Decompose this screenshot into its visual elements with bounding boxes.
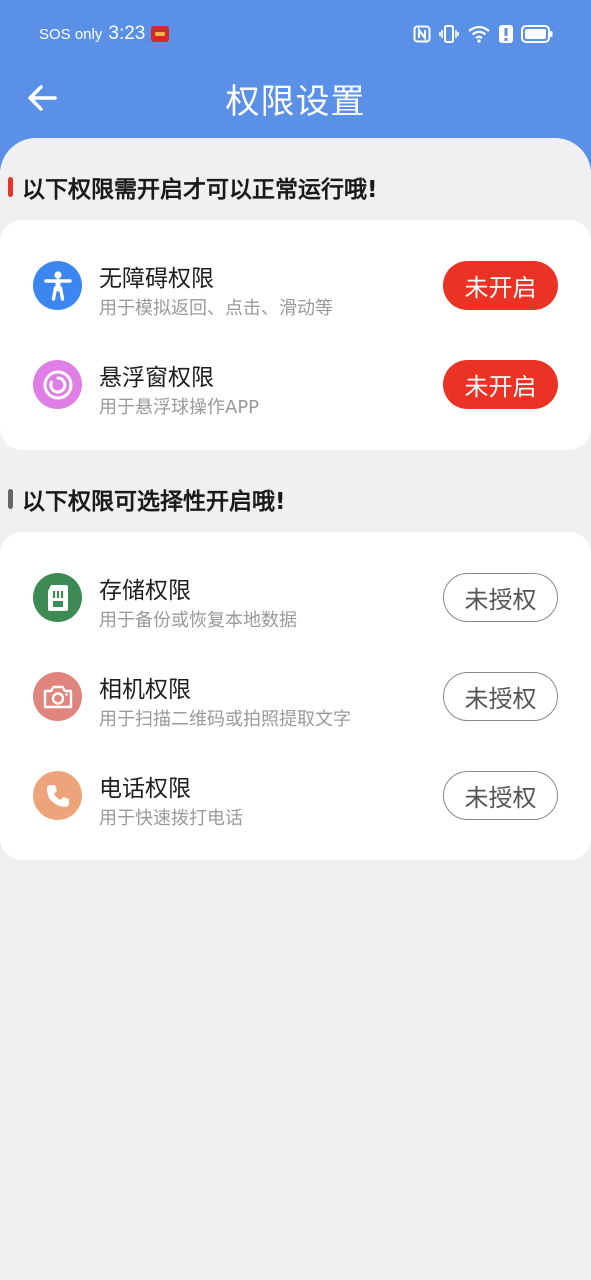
battery-icon	[521, 25, 553, 43]
alert-icon	[499, 25, 513, 43]
camera-icon	[33, 672, 82, 721]
permission-desc: 用于模拟返回、点击、滑动等	[99, 298, 333, 319]
status-bar: SOS only 3:23	[0, 0, 591, 66]
list-item-storage: 存储权限 用于备份或恢复本地数据 未授权	[0, 548, 591, 646]
permission-desc: 用于悬浮球操作APP	[99, 397, 260, 418]
permission-title: 悬浮窗权限	[99, 365, 214, 391]
status-left: SOS only 3:23	[39, 22, 170, 46]
required-permissions-card: 无障碍权限 用于模拟返回、点击、滑动等 未开启 悬浮窗权限 用于悬浮球操作APP…	[0, 220, 591, 450]
navigation-bar: 权限设置	[0, 66, 591, 128]
wifi-icon	[468, 25, 490, 43]
phone-icon	[33, 771, 82, 820]
status-icons	[413, 22, 553, 46]
storage-icon	[33, 573, 82, 622]
grant-storage-button[interactable]: 未授权	[443, 573, 558, 622]
grant-camera-button[interactable]: 未授权	[443, 672, 558, 721]
list-item-accessibility: 无障碍权限 用于模拟返回、点击、滑动等 未开启	[0, 236, 591, 334]
grant-phone-button[interactable]: 未授权	[443, 771, 558, 820]
vibrate-icon	[439, 25, 459, 43]
list-item-camera: 相机权限 用于扫描二维码或拍照提取文字 未授权	[0, 647, 591, 745]
section-accent-bar	[8, 177, 13, 197]
list-item-phone: 电话权限 用于快速拨打电话 未授权	[0, 746, 591, 844]
required-section-title: 以下权限需开启才可以正常运行哦!	[22, 177, 378, 203]
permission-desc: 用于备份或恢复本地数据	[99, 610, 297, 631]
required-section-header: 以下权限需开启才可以正常运行哦!	[8, 172, 378, 203]
app-notification-icon	[151, 26, 170, 42]
enable-floating-window-button[interactable]: 未开启	[443, 360, 558, 409]
permission-title: 存储权限	[99, 578, 191, 604]
content-area: 以下权限需开启才可以正常运行哦! 无障碍权限 用于模拟返回、点击、滑动等 未开启	[0, 138, 591, 1280]
permission-title: 相机权限	[99, 677, 191, 703]
floating-window-icon	[33, 360, 82, 409]
section-accent-bar	[8, 489, 13, 509]
clock: 3:23	[108, 23, 146, 44]
list-item-floating-window: 悬浮窗权限 用于悬浮球操作APP 未开启	[0, 335, 591, 433]
permission-desc: 用于扫描二维码或拍照提取文字	[99, 709, 351, 730]
page-title: 权限设置	[225, 82, 366, 122]
permission-title: 电话权限	[99, 776, 191, 802]
accessibility-icon	[33, 261, 82, 310]
optional-section-header: 以下权限可选择性开启哦!	[8, 484, 286, 515]
nfc-icon	[413, 25, 431, 43]
enable-accessibility-button[interactable]: 未开启	[443, 261, 558, 310]
optional-permissions-card: 存储权限 用于备份或恢复本地数据 未授权 相机权限 用于扫描二维码或拍照提取文字…	[0, 532, 591, 860]
permission-desc: 用于快速拨打电话	[99, 808, 243, 829]
optional-section-title: 以下权限可选择性开启哦!	[22, 489, 286, 515]
carrier-text: SOS only	[39, 25, 103, 43]
permission-title: 无障碍权限	[99, 266, 214, 292]
